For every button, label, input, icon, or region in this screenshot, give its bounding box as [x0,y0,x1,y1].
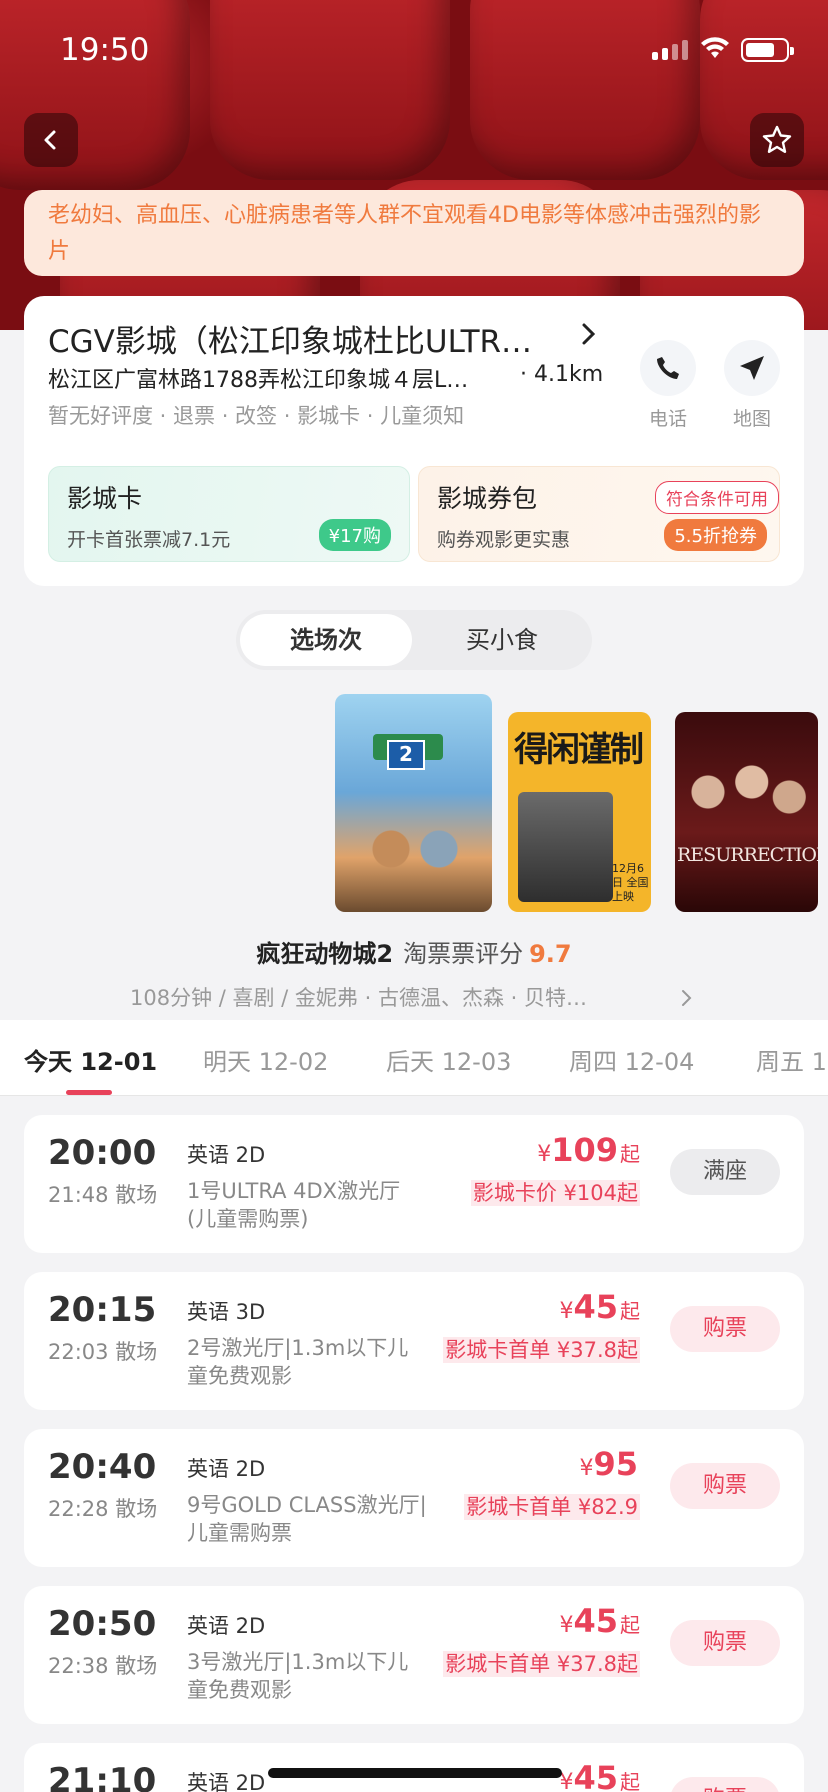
phone-icon [657,357,679,379]
end-time: 22:03 散场 [48,1340,158,1364]
map-label: 地图 [732,408,771,430]
end-time: 22:28 散场 [48,1497,158,1521]
language-format: 英语 2D [187,1771,266,1792]
poster-characters [355,814,475,884]
cinema-tags[interactable]: 暂无好评度 · 退票 · 改签 · 影城卡 · 儿童须知 [48,400,464,430]
tab-snacks[interactable]: 买小食 [416,614,588,666]
promo-coupon-badge: 符合条件可用 [655,481,779,514]
end-time: 21:48 散场 [48,1183,158,1207]
rating-label: 淘票票评分 [403,940,524,968]
showtime-row[interactable]: 20:50 22:38 散场 英语 2D 3号激光厅|1.3m以下儿童免费观影 … [24,1586,804,1724]
movie-poster-3[interactable]: RESURRECTION [675,712,818,912]
movie-title-row: 疯狂动物城2 淘票票评分 9.7 [0,934,828,969]
promo-card-price-pill: ¥17购 [318,519,391,551]
movie-poster-2[interactable]: 得闲谨制 12月6日 全国上映 [508,712,651,912]
start-time: 20:50 [48,1604,157,1644]
status-time: 19:50 [60,32,150,68]
hall-name: 3号激光厅|1.3m以下儿童免费观影 [187,1650,409,1702]
price: ¥109 起 [537,1131,640,1169]
language-format: 英语 3D [187,1300,266,1324]
date-tab-day-after[interactable]: 后天 12-03 [386,1042,511,1077]
promo-card-title: 影城卡 [67,484,143,513]
tab-showtimes[interactable]: 选场次 [240,614,412,666]
status-bar: 19:50 [0,0,828,100]
poster-3-title: RESURRECTION [677,844,818,866]
buy-ticket-button[interactable]: 购票 [670,1306,780,1352]
movie-poster-selected[interactable]: 2 [335,694,492,912]
date-selector: 今天 12-01 明天 12-02 后天 12-03 周四 12-04 周五 1 [0,1020,828,1096]
promo-coupon-pill: 5.5折抢券 [664,519,767,551]
sold-out-button[interactable]: 满座 [670,1149,780,1195]
rating-score: 9.7 [529,940,572,968]
date-tab-tomorrow[interactable]: 明天 12-02 [203,1042,328,1077]
cinema-distance: · 4.1km [520,362,604,387]
chevron-right-icon[interactable] [579,322,599,346]
map-button[interactable] [724,340,780,396]
date-tab-today[interactable]: 今天 12-01 [24,1042,157,1077]
poster-number: 2 [387,740,425,770]
phone-button[interactable] [640,340,696,396]
language-format: 英语 2D [187,1614,266,1638]
poster-2-date: 12月6日 全国上映 [612,862,649,903]
poster-3-faces [683,742,808,842]
start-time: 20:15 [48,1290,157,1330]
hall-name: 9号GOLD CLASS激光厅|儿童需购票 [187,1493,427,1545]
end-time: 22:38 散场 [48,1654,158,1678]
movie-info[interactable]: 108分钟 / 喜剧 / 金妮弗 · 古德温、杰森 · 贝特… [130,982,587,1012]
signal-icon [652,40,688,60]
price: ¥45 起 [559,1602,640,1640]
phone-label: 电话 [648,408,687,430]
cinema-card-promo[interactable]: 影城卡 开卡首张票减7.1元 ¥17购 [48,466,410,562]
favorite-button[interactable] [750,113,804,167]
poster-2-title: 得闲谨制 [514,730,644,770]
date-tab-underline [66,1090,112,1095]
language-format: 英语 2D [187,1143,266,1167]
cinema-name[interactable]: CGV影城（松江印象城杜比ULTR… [48,316,532,361]
start-time: 20:40 [48,1447,157,1487]
cinema-address: 松江区广富林路1788弄松江印象城４层L… [48,368,469,393]
buy-ticket-button[interactable]: 购票 [670,1620,780,1666]
back-button[interactable] [24,113,78,167]
wifi-icon [701,37,729,58]
buy-ticket-button[interactable]: 购票 [670,1777,780,1792]
price: ¥45 起 [559,1288,640,1326]
card-discount: 影城卡首单 ¥82.9 [464,1494,640,1520]
price: ¥95 [579,1445,638,1483]
coupon-package-promo[interactable]: 影城券包 购券观影更实惠 符合条件可用 5.5折抢券 [418,466,780,562]
start-time: 20:00 [48,1133,157,1173]
chevron-right-icon[interactable] [680,988,694,1008]
chevron-left-icon [44,130,56,150]
hall-name: 1号ULTRA 4DX激光厅(儿童需购票) [187,1179,401,1231]
price: ¥45 起 [559,1759,640,1792]
section-tabs: 选场次 买小食 [236,610,592,670]
card-discount: 影城卡首单 ¥37.8起 [443,1337,640,1363]
showtime-row[interactable]: 20:15 22:03 散场 英语 3D 2号激光厅|1.3m以下儿童免费观影 … [24,1272,804,1410]
buy-ticket-button[interactable]: 购票 [670,1463,780,1509]
hall-name: 2号激光厅|1.3m以下儿童免费观影 [187,1336,409,1388]
card-discount: 影城卡价 ¥104起 [470,1180,640,1206]
cinema-info-card: CGV影城（松江印象城杜比ULTR… 松江区广富林路1788弄松江印象城４层L…… [24,296,804,586]
movie-title: 疯狂动物城2 [256,940,394,968]
showtime-row[interactable]: 20:40 22:28 散场 英语 2D 9号GOLD CLASS激光厅|儿童需… [24,1429,804,1567]
poster-2-figures [518,792,613,902]
date-tab-friday[interactable]: 周五 1 [756,1042,827,1077]
health-warning-banner: 老幼妇、高血压、心脏病患者等人群不宜观看4D电影等体感冲击强烈的影片 [24,190,804,276]
language-format: 英语 2D [187,1457,266,1481]
home-indicator [268,1768,562,1778]
card-discount: 影城卡首单 ¥37.8起 [443,1651,640,1677]
start-time: 21:10 [48,1761,157,1792]
showtime-row[interactable]: 20:00 21:48 散场 英语 2D 1号ULTRA 4DX激光厅(儿童需购… [24,1115,804,1253]
battery-icon [741,38,794,62]
navigation-icon [740,356,764,380]
star-icon [762,125,792,153]
date-tab-thursday[interactable]: 周四 12-04 [569,1042,694,1077]
